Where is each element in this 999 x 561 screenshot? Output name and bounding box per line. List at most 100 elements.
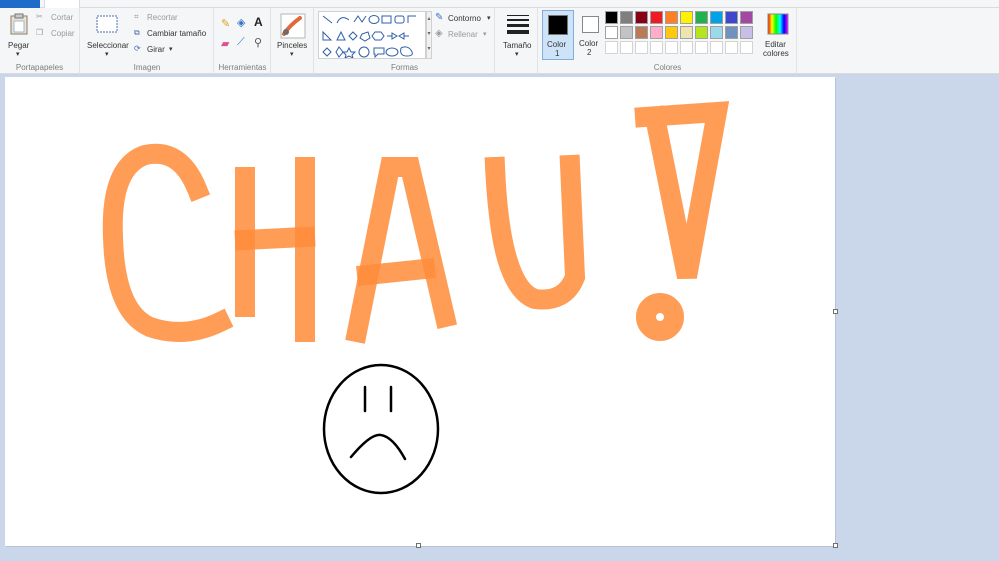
exclamation-dot [636,293,684,341]
rotate-label: Girar [147,45,165,54]
group-label-herramientas: Herramientas [218,63,267,72]
resize-button[interactable]: ⧉ Cambiar tamaño [134,27,212,39]
palette-custom-slot[interactable] [680,41,693,54]
color1-label-line2: 1 [555,49,560,58]
chevron-down-icon: ▾ [105,51,109,58]
color1-button[interactable]: Color 1 [542,10,574,60]
text-tool-icon[interactable]: A [254,15,263,29]
group-imagen: Seleccionar ▾ ⌗ Recortar ⧉ Cambiar tamañ… [81,8,214,74]
palette-swatch[interactable] [650,11,663,24]
crop-icon: ⌗ [134,12,139,21]
palette-custom-slot[interactable] [605,41,618,54]
palette-swatch[interactable] [725,26,738,39]
cut-label: Cortar [51,13,74,22]
chevron-down-icon: ▾ [487,15,491,22]
resize-label: Cambiar tamaño [147,29,207,38]
palette-swatch[interactable] [680,26,693,39]
rotate-icon: ⟳ [134,44,141,53]
palette-custom-slot[interactable] [650,41,663,54]
color2-button[interactable]: Color 2 [575,10,607,60]
tab-home[interactable] [44,0,80,8]
drawing-canvas[interactable] [5,77,835,546]
group-label-imagen: Imagen [133,63,161,72]
palette-swatch[interactable] [680,11,693,24]
resize-handle-corner[interactable] [833,543,838,548]
palette-custom-slot[interactable] [665,41,678,54]
palette-custom-slot[interactable] [725,41,738,54]
palette-custom-slot[interactable] [620,41,633,54]
edit-colors-button[interactable]: Editar colores [761,11,795,61]
palette-swatch[interactable] [620,11,633,24]
drawing [102,101,730,495]
shapes-scroll[interactable]: ▴ ▾ ▾ [426,11,432,59]
edit-colors-label-line2: colores [763,49,789,58]
palette-swatch[interactable] [695,11,708,24]
sad-face-outline [322,363,440,495]
palette-custom-slot[interactable] [740,41,753,54]
palette-custom-slot[interactable] [710,41,723,54]
copy-label: Copiar [51,29,75,38]
edit-colors-label-line1: Editar [765,40,786,49]
copy-icon: ❐ [36,28,44,37]
group-colores: Color 1 Color 2 Editar colores Colores [539,8,797,74]
cut-button[interactable]: ✂ Cortar [36,11,78,23]
shapes-gallery[interactable] [318,11,426,59]
palette-swatch[interactable] [605,11,618,24]
paste-label: Pegar [8,41,30,50]
palette-swatch[interactable] [665,26,678,39]
group-herramientas: ✎ ◈ A ▰ ⟋ ⚲ Herramientas [215,8,271,74]
fill-label: Rellenar [448,30,478,39]
fill-bucket-icon[interactable]: ◈ [237,16,245,29]
color-spectrum-icon [767,13,789,35]
group-label-colores: Colores [653,63,682,72]
tab-view[interactable] [88,0,108,8]
color-picker-icon[interactable]: ⟋ [237,36,245,49]
palette-swatch[interactable] [740,11,753,24]
eraser-icon[interactable]: ▰ [221,37,229,50]
palette-swatch[interactable] [740,26,753,39]
resize-handle-bottom[interactable] [416,543,421,548]
palette-swatch[interactable] [710,11,723,24]
color-palette [605,11,765,61]
palette-swatch[interactable] [725,11,738,24]
resize-handle-right[interactable] [833,309,838,314]
color2-label-line1: Color [579,39,599,48]
palette-custom-slot[interactable] [695,41,708,54]
group-formas: ▴ ▾ ▾ ✎ Contorno ▾ ◈ Rellenar ▾ Formas [315,8,495,74]
pencil-icon[interactable]: ✎ [221,17,230,30]
letter-u-stroke [484,154,586,310]
palette-swatch[interactable] [650,26,663,39]
size-button[interactable]: Tamaño ▾ [498,11,536,61]
brushes-button[interactable]: Pinceles ▾ [274,11,312,61]
group-pinceles: Pinceles ▾ [272,8,314,74]
palette-custom-slot[interactable] [635,41,648,54]
ribbon: Pegar ▾ ✂ Cortar ❐ Copiar Portapapeles S… [0,8,999,74]
chevron-down-icon: ▾ [483,31,487,38]
crop-button[interactable]: ⌗ Recortar [134,11,210,23]
rotate-button[interactable]: ⟳ Girar ▾ [134,43,194,55]
group-tamano: Tamaño ▾ [496,8,538,74]
sad-face [322,363,440,495]
palette-swatch[interactable] [605,26,618,39]
scissors-icon: ✂ [36,12,43,21]
palette-swatch[interactable] [665,11,678,24]
fill-button[interactable]: ◈ Rellenar ▾ [435,28,493,40]
color2-swatch [582,16,599,33]
select-button[interactable]: Seleccionar ▾ [84,11,130,59]
color1-swatch [548,15,568,35]
palette-swatch[interactable] [635,11,648,24]
chevron-down-icon: ▾ [16,51,20,58]
palette-swatch[interactable] [635,26,648,39]
outline-button[interactable]: ✎ Contorno ▾ [435,12,493,24]
tab-file[interactable] [0,0,40,8]
color1-label-line1: Color [547,40,567,49]
palette-swatch[interactable] [620,26,633,39]
exclamation-stroke [634,101,730,279]
paste-button[interactable]: Pegar ▾ [3,11,33,59]
palette-swatch[interactable] [710,26,723,39]
group-label-portapapeles: Portapapeles [15,63,64,72]
magnifier-icon[interactable]: ⚲ [254,36,262,49]
copy-button[interactable]: ❐ Copiar [36,27,78,39]
outline-icon: ✎ [435,12,444,23]
palette-swatch[interactable] [695,26,708,39]
